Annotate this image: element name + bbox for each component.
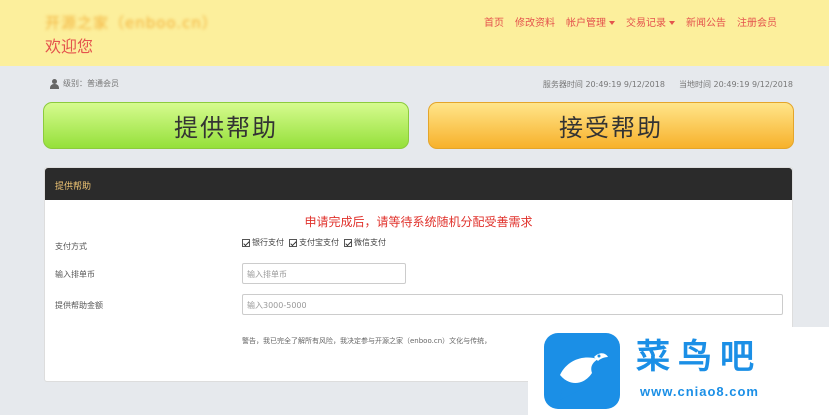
coin-label: 输入排单币 xyxy=(55,270,95,279)
time-info: 服务器时间 20:49:19 9/12/2018 当地时间 20:49:19 9… xyxy=(543,79,793,90)
user-level: 级别：普通会员 xyxy=(50,78,119,89)
watermark-text: 菜鸟吧 xyxy=(636,337,762,377)
site-brand[interactable]: 开源之家（enboo.cn） xyxy=(45,12,218,33)
payment-option-wechat[interactable]: 微信支付 xyxy=(344,237,386,248)
top-header: 开源之家（enboo.cn） 欢迎您 首页 修改资料 帐户管理 交易记录 新闻公… xyxy=(0,0,829,66)
nav-item-register[interactable]: 注册会员 xyxy=(737,14,777,29)
nav-item-transactions[interactable]: 交易记录 xyxy=(626,14,675,29)
coin-input[interactable]: 输入排单币 xyxy=(242,263,406,284)
welcome-text: 欢迎您 xyxy=(45,37,94,56)
caret-down-icon xyxy=(669,21,675,25)
watermark-url: www.cniao8.com xyxy=(640,384,759,399)
payment-options: 银行支付 支付宝支付 微信支付 xyxy=(242,237,386,248)
watermark-logo: 菜鸟吧 www.cniao8.com xyxy=(528,327,829,415)
user-icon xyxy=(50,78,59,89)
nav-item-edit-profile[interactable]: 修改资料 xyxy=(515,14,555,29)
notice-text: 申请完成后，请等待系统随机分配受善需求 xyxy=(304,215,533,229)
main-nav: 首页 修改资料 帐户管理 交易记录 新闻公告 注册会员 xyxy=(484,14,777,29)
server-time: 服务器时间 20:49:19 9/12/2018 xyxy=(542,80,665,89)
nav-item-home[interactable]: 首页 xyxy=(484,14,504,29)
local-time: 当地时间 20:49:19 9/12/2018 xyxy=(678,80,793,89)
accept-help-button[interactable]: 接受帮助 xyxy=(428,102,794,149)
checkbox-checked-icon[interactable] xyxy=(242,238,250,247)
amount-label: 提供帮助金额 xyxy=(55,301,103,310)
checkbox-checked-icon[interactable] xyxy=(289,238,297,247)
payment-option-bank[interactable]: 银行支付 xyxy=(242,237,284,248)
risk-disclaimer: 警告，我已完全了解所有风险，我决定参与开源之家（enboo.cn）文化与传统， xyxy=(242,337,492,345)
payment-label: 支付方式 xyxy=(55,242,87,251)
bird-logo-icon xyxy=(544,333,620,409)
checkbox-checked-icon[interactable] xyxy=(344,238,352,247)
caret-down-icon xyxy=(609,21,615,25)
nav-item-news[interactable]: 新闻公告 xyxy=(686,14,726,29)
amount-input[interactable]: 输入3000-5000 xyxy=(242,294,783,315)
bird-icon xyxy=(560,353,608,384)
user-level-text: 级别：普通会员 xyxy=(63,79,119,88)
offer-help-button[interactable]: 提供帮助 xyxy=(43,102,409,149)
payment-option-alipay[interactable]: 支付宝支付 xyxy=(289,237,339,248)
panel-title: 提供帮助 xyxy=(45,168,792,200)
nav-item-account[interactable]: 帐户管理 xyxy=(566,14,615,29)
